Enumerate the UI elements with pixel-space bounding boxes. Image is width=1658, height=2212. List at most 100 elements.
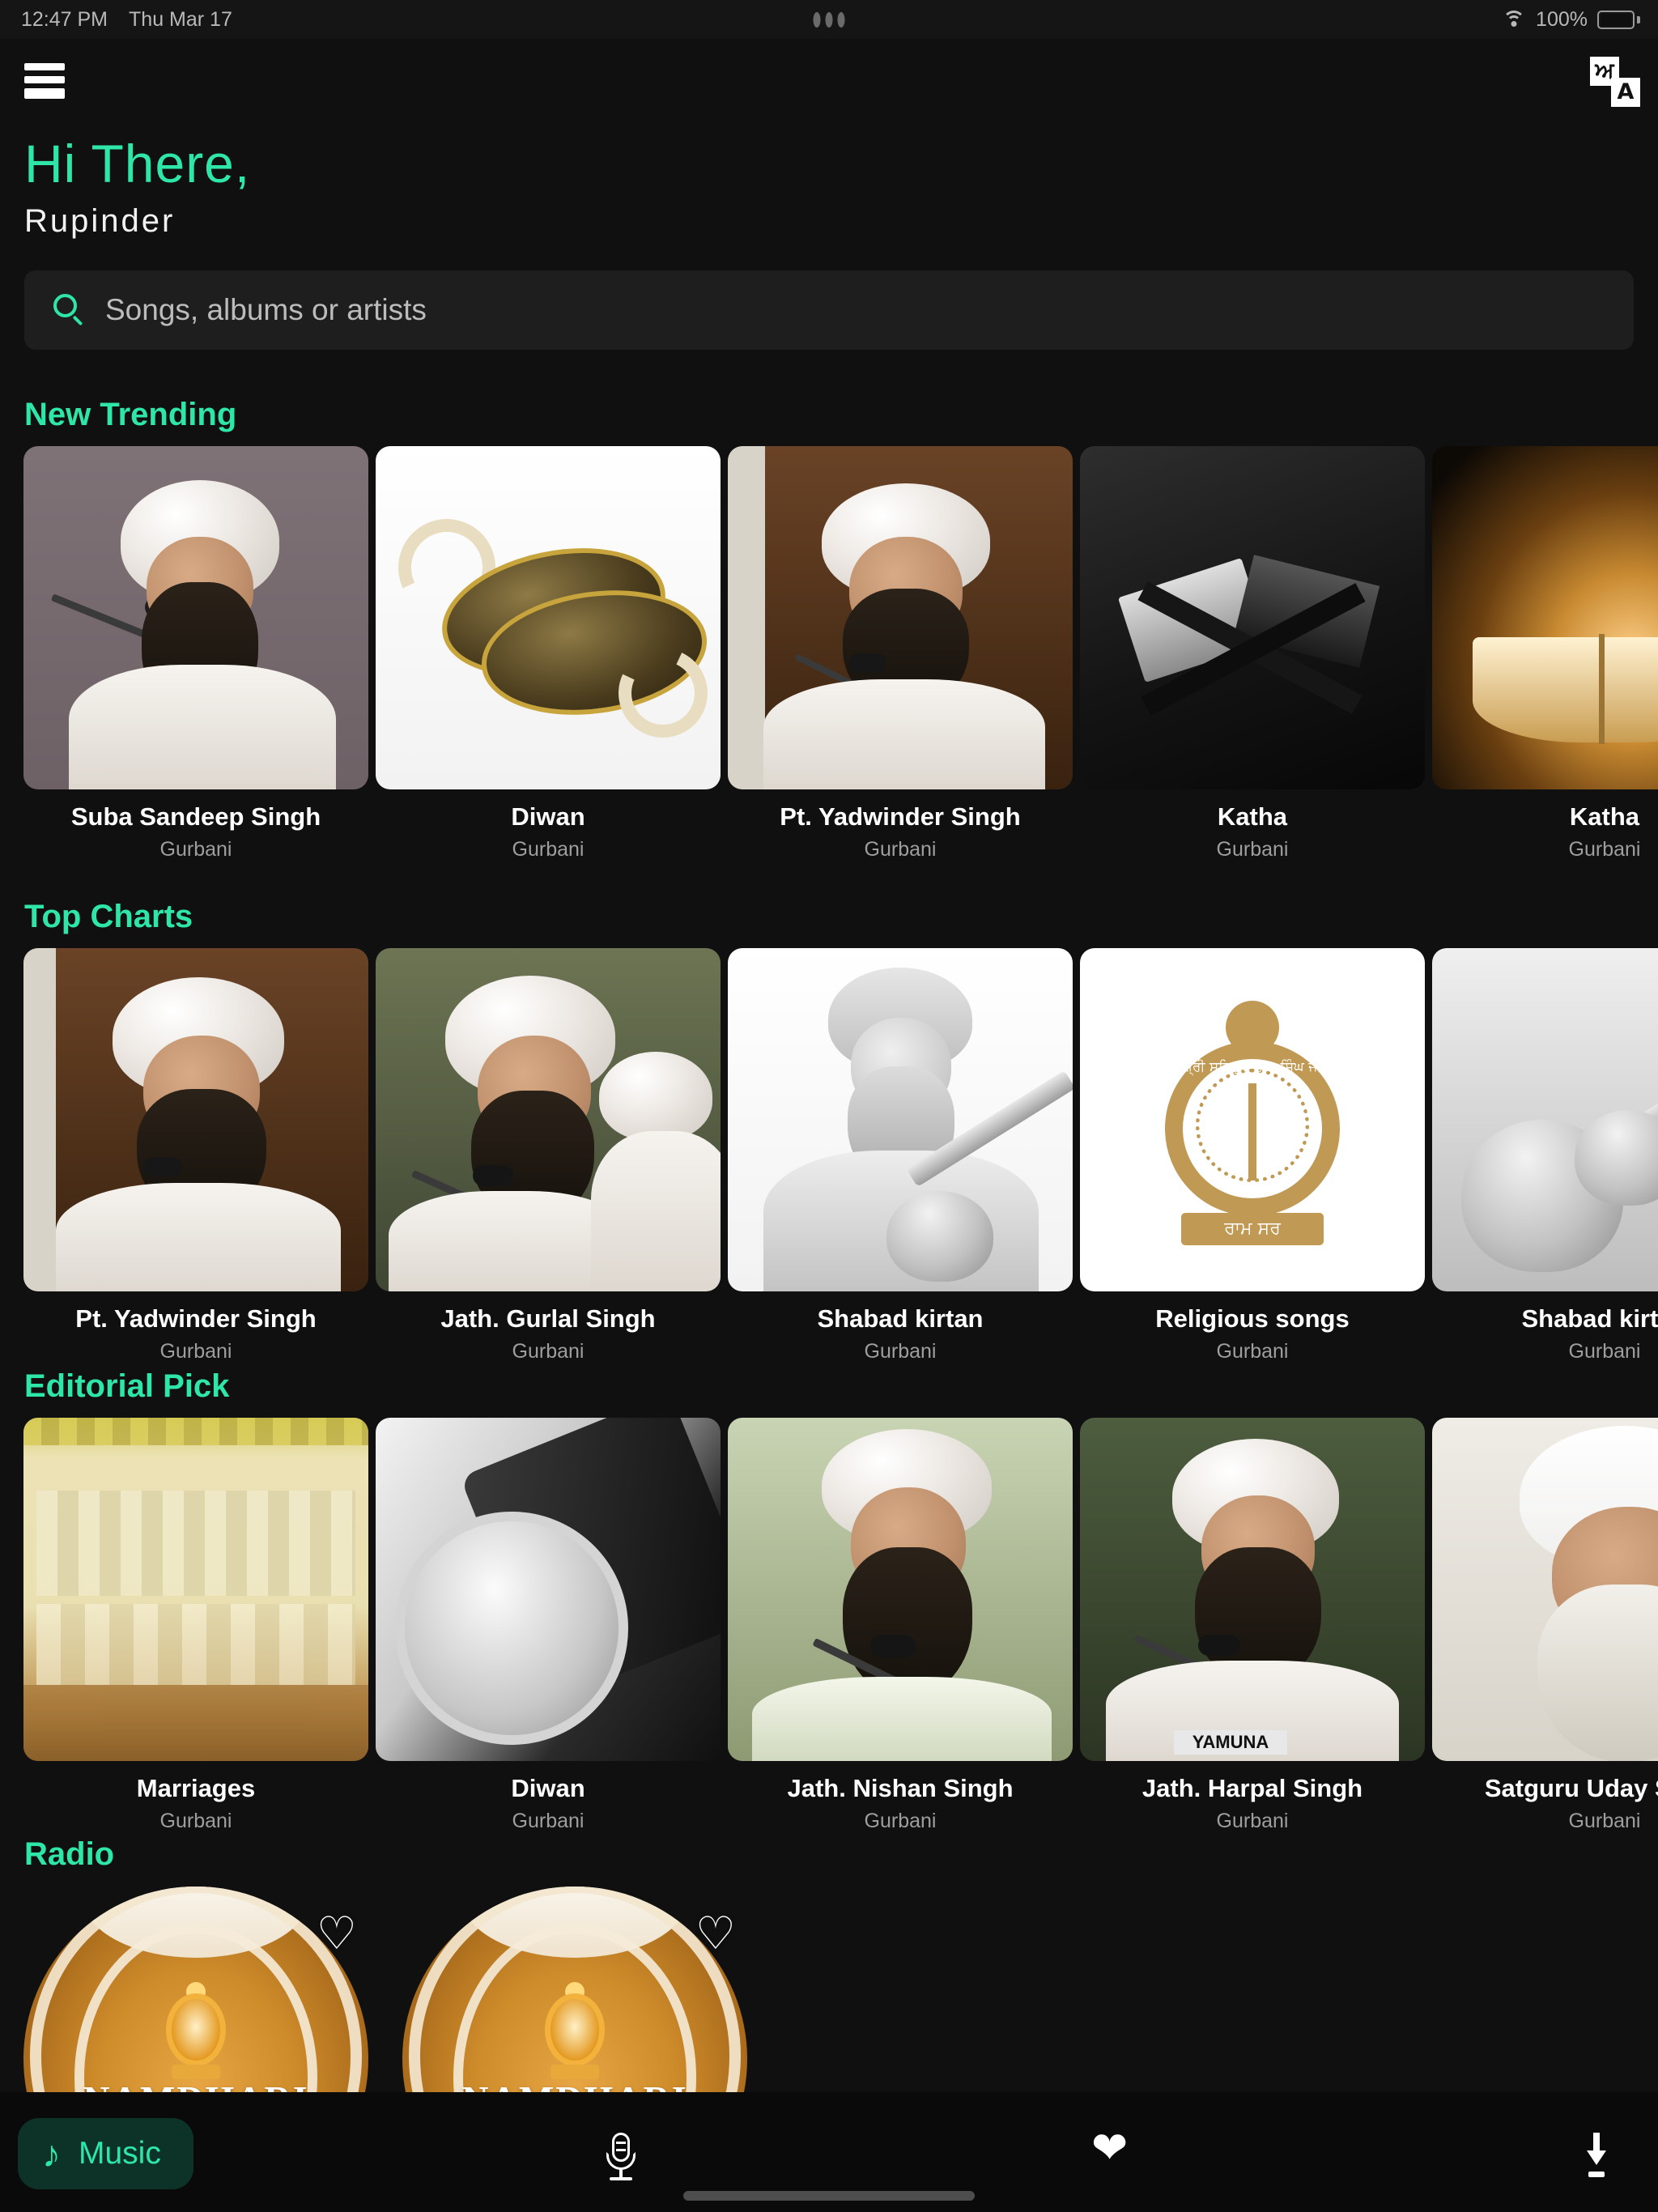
card-subtitle: Gurbani [1432, 838, 1658, 861]
heart-outline-icon[interactable]: ♡ [317, 1911, 357, 1956]
card-editorial-pick-4[interactable]: Satguru Uday Singh Gurbani [1432, 1418, 1658, 1833]
row-editorial-pick[interactable]: Marriages Gurbani Diwan Gurbani Jath. Ni… [0, 1418, 1658, 1833]
greeting-line: Hi There, [24, 136, 250, 192]
card-artwork [23, 948, 368, 1291]
card-title: Diwan [376, 1774, 721, 1803]
card-title: Religious songs [1080, 1304, 1425, 1334]
user-name: Rupinder [24, 203, 250, 240]
card-artwork [728, 1418, 1073, 1761]
card-new-trending-1[interactable]: Diwan Gurbani [376, 446, 721, 861]
card-title: Jath. Harpal Singh [1080, 1774, 1425, 1803]
card-subtitle: Gurbani [376, 1340, 721, 1363]
card-artwork [1432, 1418, 1658, 1761]
card-subtitle: Gurbani [23, 1340, 368, 1363]
card-editorial-pick-3[interactable]: YAMUNA Jath. Harpal Singh Gurbani [1080, 1418, 1425, 1833]
recording-dots-indicator [814, 12, 845, 28]
card-new-trending-3[interactable]: Katha Gurbani [1080, 446, 1425, 861]
app-root: 12:47 PM Thu Mar 17 100% ਅ A Hi There, R… [0, 0, 1658, 2212]
bottom-navigation-bar: ♪ Music ❤ [0, 2092, 1658, 2212]
card-editorial-pick-1[interactable]: Diwan Gurbani [376, 1418, 721, 1833]
battery-icon [1597, 11, 1640, 29]
card-subtitle: Gurbani [23, 1810, 368, 1833]
home-indicator[interactable] [683, 2191, 975, 2201]
card-title: Marriages [23, 1774, 368, 1803]
card-subtitle: Gurbani [728, 1340, 1073, 1363]
card-title: Pt. Yadwinder Singh [728, 802, 1073, 832]
card-top-charts-4[interactable]: Shabad kirtan Gurbani [1432, 948, 1658, 1363]
card-subtitle: Gurbani [1080, 1340, 1425, 1363]
card-editorial-pick-2[interactable]: Jath. Nishan Singh Gurbani [728, 1418, 1073, 1833]
card-subtitle: Gurbani [1432, 1810, 1658, 1833]
nav-item-favorites[interactable]: ❤ [1091, 2126, 1128, 2170]
nav-item-music[interactable]: ♪ Music [18, 2118, 193, 2189]
card-new-trending-0[interactable]: Suba Sandeep Singh Gurbani [23, 446, 368, 861]
card-artwork [23, 1418, 368, 1761]
card-subtitle: Gurbani [728, 838, 1073, 861]
card-title: Shabad kirtan [728, 1304, 1073, 1334]
search-bar[interactable]: Songs, albums or artists [24, 270, 1634, 350]
card-title: Katha [1432, 802, 1658, 832]
card-top-charts-1[interactable]: Jath. Gurlal Singh Gurbani [376, 948, 721, 1363]
card-top-charts-3[interactable]: ੼ ਸ਼੍ਰੀ ਸਤਿਗੁਰੂ ਰਾਮ ਸਿੰਘ ਜੀ ਰਾਮ ਸਰ Relig… [1080, 948, 1425, 1363]
card-artwork: YAMUNA [1080, 1418, 1425, 1761]
card-top-charts-0[interactable]: Pt. Yadwinder Singh Gurbani [23, 948, 368, 1363]
card-subtitle: Gurbani [376, 1810, 721, 1833]
namdhari-logo-icon [151, 1982, 240, 2079]
search-icon [52, 293, 86, 327]
card-title: Jath. Gurlal Singh [376, 1304, 721, 1334]
status-bar-left: 12:47 PM Thu Mar 17 [21, 8, 232, 32]
card-artwork [376, 948, 721, 1291]
card-new-trending-2[interactable]: Pt. Yadwinder Singh Gurbani [728, 446, 1073, 861]
card-artwork [1432, 446, 1658, 789]
card-subtitle: Gurbani [728, 1810, 1073, 1833]
card-artwork [728, 948, 1073, 1291]
heart-outline-icon[interactable]: ♡ [695, 1911, 736, 1956]
card-title: Suba Sandeep Singh [23, 802, 368, 832]
wifi-icon [1502, 11, 1526, 28]
card-artwork [1432, 948, 1658, 1291]
greeting-block: Hi There, Rupinder [24, 136, 250, 240]
card-title: Pt. Yadwinder Singh [23, 1304, 368, 1334]
card-title: Shabad kirtan [1432, 1304, 1658, 1334]
card-artwork [376, 1418, 721, 1761]
status-time: 12:47 PM [21, 8, 108, 32]
status-bar-right: 100% [1502, 8, 1640, 32]
status-bar: 12:47 PM Thu Mar 17 100% [0, 0, 1658, 39]
card-title: Satguru Uday Singh [1432, 1774, 1658, 1803]
card-subtitle: Gurbani [376, 838, 721, 861]
card-subtitle: Gurbani [1080, 1810, 1425, 1833]
status-date: Thu Mar 17 [129, 8, 232, 32]
card-artwork [376, 446, 721, 789]
card-subtitle: Gurbani [1432, 1340, 1658, 1363]
card-subtitle: Gurbani [1080, 838, 1425, 861]
card-editorial-pick-0[interactable]: Marriages Gurbani [23, 1418, 368, 1833]
card-new-trending-4[interactable]: Katha Gurbani [1432, 446, 1658, 861]
card-artwork: ੼ ਸ਼੍ਰੀ ਸਤਿਗੁਰੂ ਰਾਮ ਸਿੰਘ ਜੀ ਰਾਮ ਸਰ [1080, 948, 1425, 1291]
top-bar: ਅ A [0, 39, 1658, 128]
hamburger-menu-icon[interactable] [24, 63, 65, 99]
card-subtitle: Gurbani [23, 838, 368, 861]
card-title: Diwan [376, 802, 721, 832]
music-note-icon: ♪ [42, 2135, 61, 2172]
card-top-charts-2[interactable]: Shabad kirtan Gurbani [728, 948, 1073, 1363]
emblem-circle-text: ਸ਼੍ਰੀ ਸਤਿਗੁਰੂ ਰਾਮ ਸਿੰਘ ਜੀ [1167, 1059, 1337, 1075]
row-top-charts[interactable]: Pt. Yadwinder Singh Gurbani Jath. Gurlal… [0, 948, 1658, 1363]
section-title-new-trending: New Trending [24, 397, 236, 433]
search-input[interactable]: Songs, albums or artists [105, 293, 427, 327]
section-title-top-charts: Top Charts [24, 899, 193, 935]
card-artwork [1080, 446, 1425, 789]
section-title-radio: Radio [24, 1836, 114, 1873]
language-glyph-latin: A [1611, 78, 1640, 107]
namdhari-logo-icon [530, 1982, 619, 2079]
language-toggle-icon[interactable]: ਅ A [1590, 57, 1640, 107]
emblem-banner-text: ਰਾਮ ਸਰ [1181, 1213, 1324, 1245]
namdhari-emblem-icon: ੼ ਸ਼੍ਰੀ ਸਤਿਗੁਰੂ ਰਾਮ ਸਿੰਘ ਜੀ ਰਾਮ ਸਰ [1135, 994, 1370, 1245]
card-title: Katha [1080, 802, 1425, 832]
row-new-trending[interactable]: Suba Sandeep Singh Gurbani Diwan Gurbani [0, 446, 1658, 861]
heart-filled-icon: ❤ [1091, 2124, 1128, 2172]
battery-percent-label: 100% [1536, 8, 1588, 32]
section-title-editorial-pick: Editorial Pick [24, 1368, 229, 1405]
card-title: Jath. Nishan Singh [728, 1774, 1073, 1803]
card-artwork [728, 446, 1073, 789]
nav-item-music-label: Music [79, 2136, 161, 2172]
